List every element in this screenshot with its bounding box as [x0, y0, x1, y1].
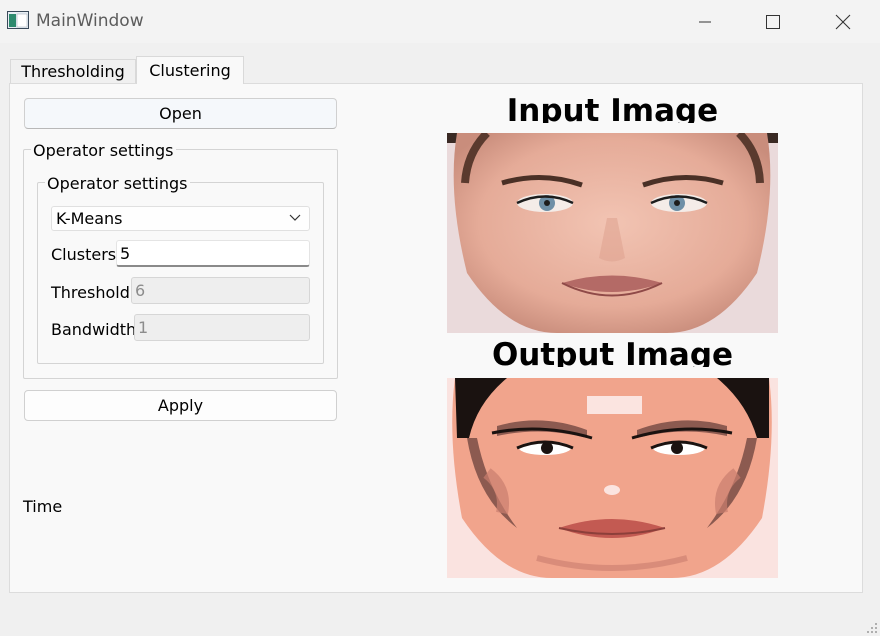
maximize-button[interactable] — [743, 0, 803, 43]
outer-group-title: Operator settings — [31, 141, 176, 160]
minimize-icon — [699, 21, 711, 22]
output-image-title: Output Image — [491, 337, 734, 367]
apply-button[interactable]: Apply — [24, 390, 337, 421]
maximize-icon — [766, 14, 780, 29]
threshold-input: 6 — [131, 277, 310, 304]
bandwidth-input: 1 — [134, 314, 310, 341]
bandwidth-label: Bandwidth — [51, 320, 137, 339]
open-button[interactable]: Open — [24, 98, 337, 129]
operator-combo-value: K-Means — [56, 209, 123, 228]
input-image — [447, 133, 778, 333]
resize-grip-icon[interactable] — [866, 622, 878, 634]
operator-combo[interactable]: K-Means — [51, 206, 310, 231]
input-image-title: Input Image — [506, 93, 719, 123]
output-image — [447, 378, 778, 578]
clusters-input[interactable]: 5 — [116, 240, 310, 267]
inner-group-title: Operator settings — [45, 174, 190, 193]
time-label: Time — [23, 497, 63, 516]
tab-clustering[interactable]: Clustering — [136, 56, 244, 84]
title-bar: MainWindow — [0, 0, 880, 43]
chevron-down-icon — [289, 214, 301, 221]
clusters-label: Clusters — [51, 245, 117, 264]
tab-thresholding[interactable]: Thresholding — [10, 59, 136, 83]
threshold-label: Threshold — [51, 283, 130, 302]
close-button[interactable] — [813, 0, 873, 43]
minimize-button[interactable] — [675, 0, 735, 43]
close-icon — [835, 14, 851, 29]
app-window-icon — [7, 11, 29, 29]
window-title: MainWindow — [36, 11, 144, 31]
